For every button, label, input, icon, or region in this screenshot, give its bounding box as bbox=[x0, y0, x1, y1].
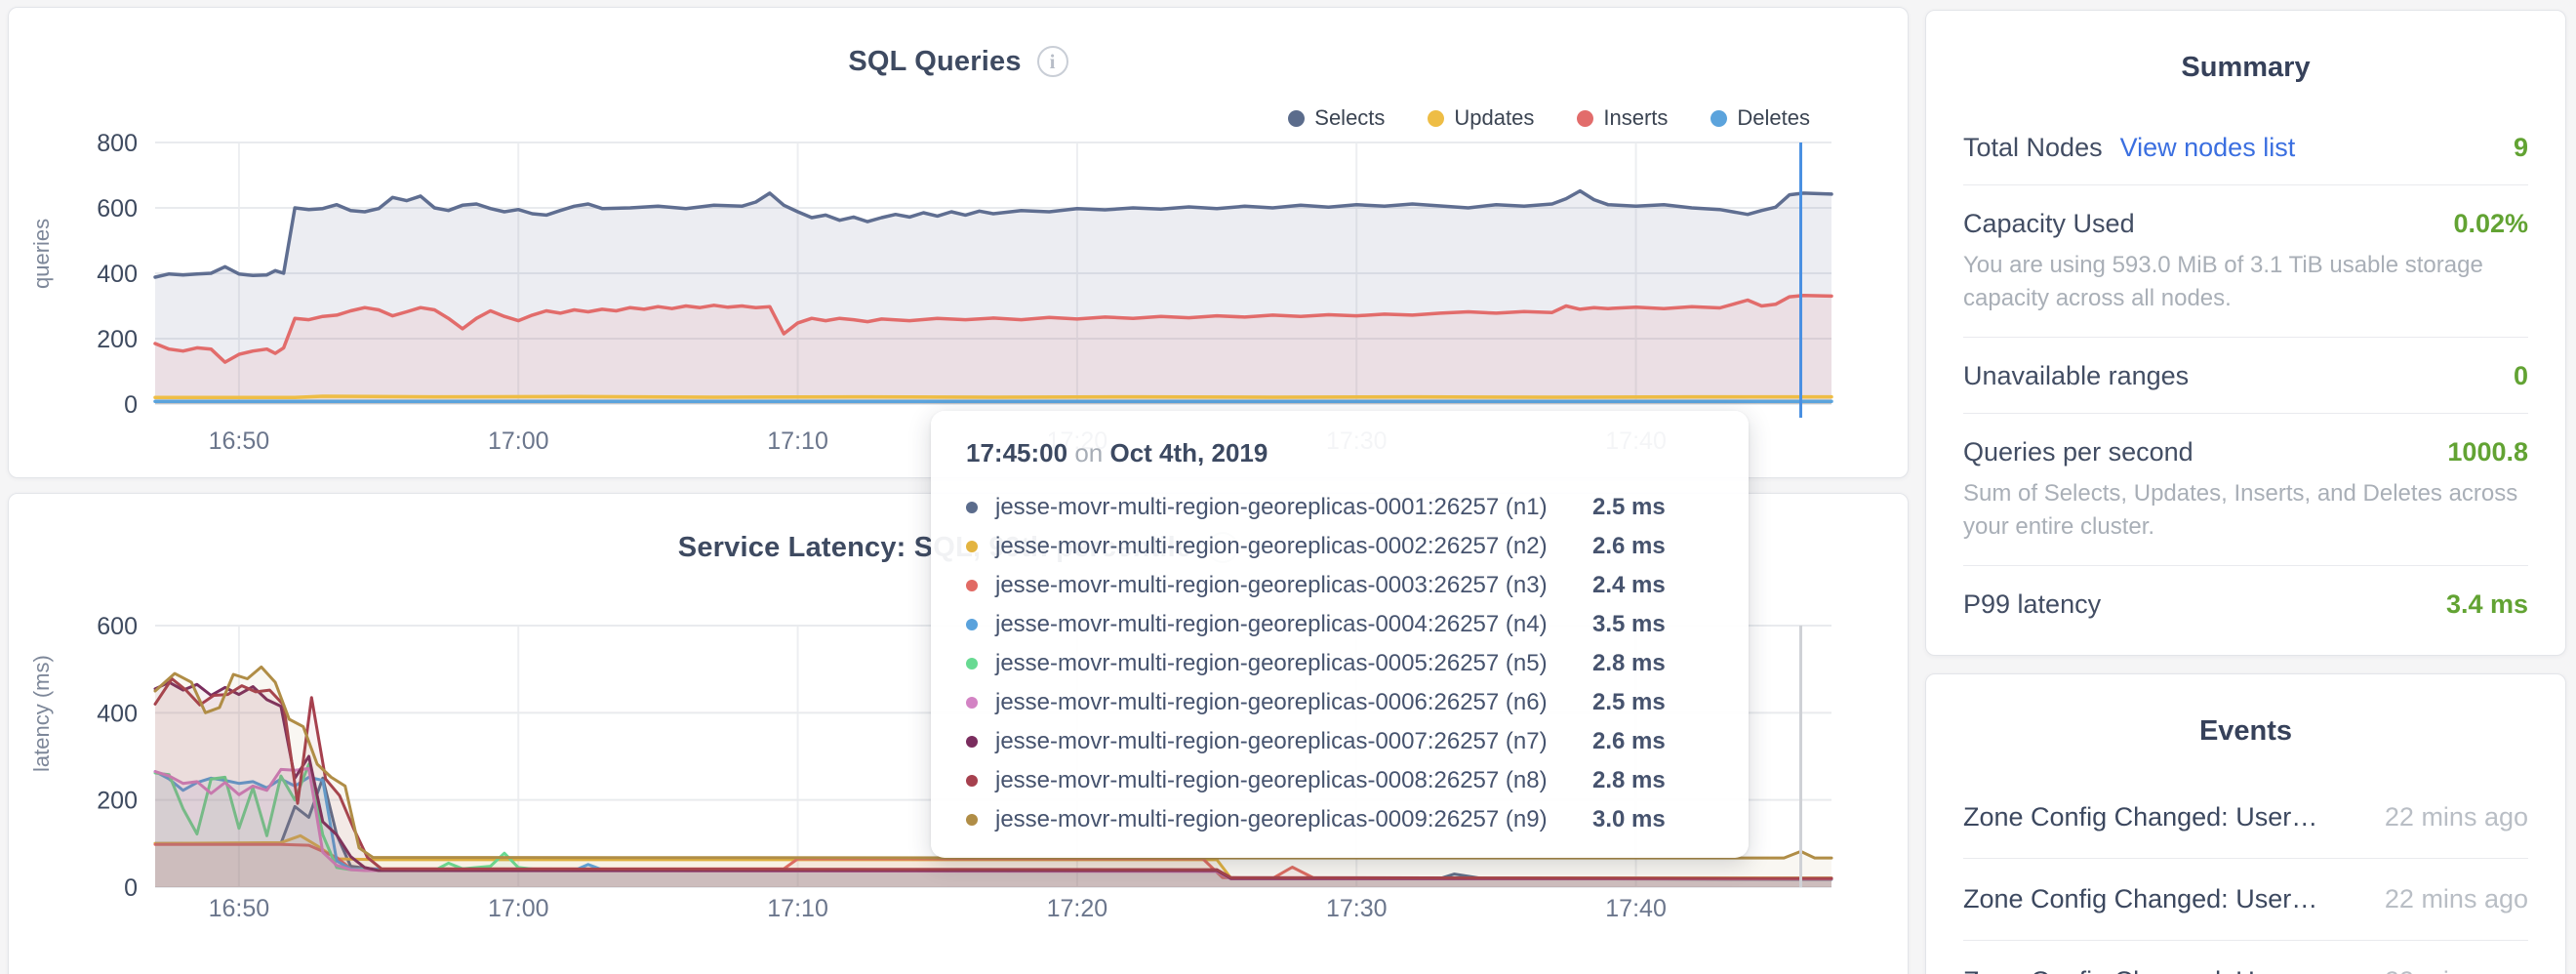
tooltip-conjunction: on bbox=[1074, 438, 1103, 467]
sql-queries-chart-canvas[interactable]: 020040060080016:5017:0017:1017:2017:3017… bbox=[9, 8, 1908, 477]
summary-row-description: You are using 593.0 MiB of 3.1 TiB usabl… bbox=[1963, 249, 2528, 315]
summary-row-value: 1000.8 bbox=[2447, 437, 2528, 467]
y-tick-label: 600 bbox=[97, 195, 138, 223]
summary-row-label: Total Nodes bbox=[1963, 133, 2103, 163]
x-tick-label: 17:10 bbox=[767, 895, 828, 922]
node-latency-value: 2.8 ms bbox=[1592, 650, 1666, 677]
events-panel: Events Zone Config Changed: User… 22 mins… bbox=[1925, 673, 2566, 974]
node-color-dot-icon bbox=[966, 658, 978, 670]
y-tick-label: 400 bbox=[97, 261, 138, 288]
events-rows: Zone Config Changed: User…22 mins agoZon… bbox=[1963, 777, 2528, 974]
y-tick-label: 0 bbox=[124, 874, 138, 902]
x-tick-label: 17:40 bbox=[1605, 895, 1667, 922]
event-row[interactable]: Zone Config Changed: User… 22 mins ago bbox=[1963, 941, 2528, 974]
node-name: jesse-movr-multi-region-georeplicas-0009… bbox=[995, 806, 1592, 833]
node-name: jesse-movr-multi-region-georeplicas-0006… bbox=[995, 689, 1592, 716]
node-latency-value: 2.5 ms bbox=[1592, 689, 1666, 716]
tooltip-node-row: jesse-movr-multi-region-georeplicas-0001… bbox=[966, 488, 1713, 527]
y-tick-label: 200 bbox=[97, 326, 138, 353]
node-name: jesse-movr-multi-region-georeplicas-0003… bbox=[995, 572, 1592, 599]
tooltip-node-row: jesse-movr-multi-region-georeplicas-0007… bbox=[966, 722, 1713, 761]
summary-row: Total Nodes View nodes list 9 bbox=[1963, 109, 2528, 185]
node-color-dot-icon bbox=[966, 697, 978, 709]
event-label: Zone Config Changed: User… bbox=[1963, 884, 2317, 914]
tooltip-node-row: jesse-movr-multi-region-georeplicas-0002… bbox=[966, 527, 1713, 566]
summary-panel: Summary Total Nodes View nodes list 9 Capac… bbox=[1925, 10, 2566, 656]
event-row[interactable]: Zone Config Changed: User… 22 mins ago bbox=[1963, 859, 2528, 941]
x-tick-label: 17:20 bbox=[1047, 895, 1108, 922]
event-timestamp: 22 mins ago bbox=[2365, 884, 2528, 914]
tooltip-node-row: jesse-movr-multi-region-georeplicas-0004… bbox=[966, 605, 1713, 644]
node-color-dot-icon bbox=[966, 814, 978, 826]
summary-title: Summary bbox=[1963, 11, 2528, 84]
x-tick-label: 16:50 bbox=[209, 895, 270, 922]
y-tick-label: 800 bbox=[97, 130, 138, 157]
event-label: Zone Config Changed: User… bbox=[1963, 966, 2317, 974]
node-name: jesse-movr-multi-region-georeplicas-0002… bbox=[995, 533, 1592, 560]
series-line-updates bbox=[155, 396, 1831, 397]
x-tick-label: 17:30 bbox=[1326, 895, 1388, 922]
event-row[interactable]: Zone Config Changed: User… 22 mins ago bbox=[1963, 777, 2528, 859]
x-tick-label: 17:00 bbox=[488, 895, 549, 922]
summary-row-label: Unavailable ranges bbox=[1963, 361, 2189, 391]
y-tick-label: 600 bbox=[97, 613, 138, 640]
x-tick-label: 17:10 bbox=[767, 427, 828, 455]
tooltip-rows: jesse-movr-multi-region-georeplicas-0001… bbox=[966, 488, 1713, 839]
y-tick-label: 400 bbox=[97, 700, 138, 727]
summary-row-value: 3.4 ms bbox=[2446, 589, 2528, 620]
x-tick-label: 16:50 bbox=[209, 427, 270, 455]
tooltip-node-row: jesse-movr-multi-region-georeplicas-0009… bbox=[966, 800, 1713, 839]
node-color-dot-icon bbox=[966, 502, 978, 513]
summary-row: Unavailable ranges 0 bbox=[1963, 338, 2528, 414]
tooltip-node-row: jesse-movr-multi-region-georeplicas-0006… bbox=[966, 683, 1713, 722]
summary-row-label: Queries per second bbox=[1963, 437, 2194, 467]
node-name: jesse-movr-multi-region-georeplicas-0005… bbox=[995, 650, 1592, 677]
tooltip-header: 17:45:00 on Oct 4th, 2019 bbox=[966, 438, 1713, 468]
node-color-dot-icon bbox=[966, 580, 978, 591]
y-tick-label: 200 bbox=[97, 788, 138, 815]
node-latency-value: 2.5 ms bbox=[1592, 494, 1666, 521]
summary-row-value: 0.02% bbox=[2453, 209, 2528, 239]
summary-row: Queries per second 1000.8 Sum of Selects, … bbox=[1963, 414, 2528, 566]
summary-row: Capacity Used 0.02% You are using 593.0 Mi… bbox=[1963, 185, 2528, 338]
node-name: jesse-movr-multi-region-georeplicas-0004… bbox=[995, 611, 1592, 638]
summary-row-label: Capacity Used bbox=[1963, 209, 2135, 239]
summary-row-value: 9 bbox=[2514, 133, 2528, 163]
summary-row: P99 latency 3.4 ms bbox=[1963, 566, 2528, 641]
node-name: jesse-movr-multi-region-georeplicas-0001… bbox=[995, 494, 1592, 521]
node-name: jesse-movr-multi-region-georeplicas-0007… bbox=[995, 728, 1592, 755]
event-label: Zone Config Changed: User… bbox=[1963, 802, 2317, 832]
summary-row-value: 0 bbox=[2514, 361, 2528, 391]
chart-hover-tooltip: 17:45:00 on Oct 4th, 2019 jesse-movr-mul… bbox=[931, 411, 1749, 858]
node-latency-value: 2.6 ms bbox=[1592, 728, 1666, 755]
tooltip-node-row: jesse-movr-multi-region-georeplicas-0005… bbox=[966, 644, 1713, 683]
event-timestamp: 22 mins ago bbox=[2365, 802, 2528, 832]
node-latency-value: 3.0 ms bbox=[1592, 806, 1666, 833]
summary-rows: Total Nodes View nodes list 9 Capacity Used… bbox=[1963, 109, 2528, 641]
summary-row-description: Sum of Selects, Updates, Inserts, and De… bbox=[1963, 477, 2528, 544]
y-tick-label: 0 bbox=[124, 391, 138, 419]
tooltip-time: 17:45:00 bbox=[966, 438, 1067, 467]
events-title: Events bbox=[1963, 674, 2528, 748]
tooltip-node-row: jesse-movr-multi-region-georeplicas-0008… bbox=[966, 761, 1713, 800]
view-nodes-list-link[interactable]: View nodes list bbox=[2120, 133, 2296, 163]
node-color-dot-icon bbox=[966, 775, 978, 787]
x-tick-label: 17:00 bbox=[488, 427, 549, 455]
node-color-dot-icon bbox=[966, 541, 978, 552]
event-timestamp: 22 mins ago bbox=[2365, 966, 2528, 974]
node-latency-value: 2.6 ms bbox=[1592, 533, 1666, 560]
node-color-dot-icon bbox=[966, 736, 978, 748]
sql-queries-chart-card: SQL Queriesi SelectsUpdatesInsertsDelete… bbox=[8, 7, 1909, 478]
tooltip-date: Oct 4th, 2019 bbox=[1109, 438, 1268, 467]
node-latency-value: 3.5 ms bbox=[1592, 611, 1666, 638]
summary-row-label: P99 latency bbox=[1963, 589, 2101, 620]
node-name: jesse-movr-multi-region-georeplicas-0008… bbox=[995, 767, 1592, 794]
node-latency-value: 2.4 ms bbox=[1592, 572, 1666, 599]
node-color-dot-icon bbox=[966, 619, 978, 630]
node-latency-value: 2.8 ms bbox=[1592, 767, 1666, 794]
tooltip-node-row: jesse-movr-multi-region-georeplicas-0003… bbox=[966, 566, 1713, 605]
